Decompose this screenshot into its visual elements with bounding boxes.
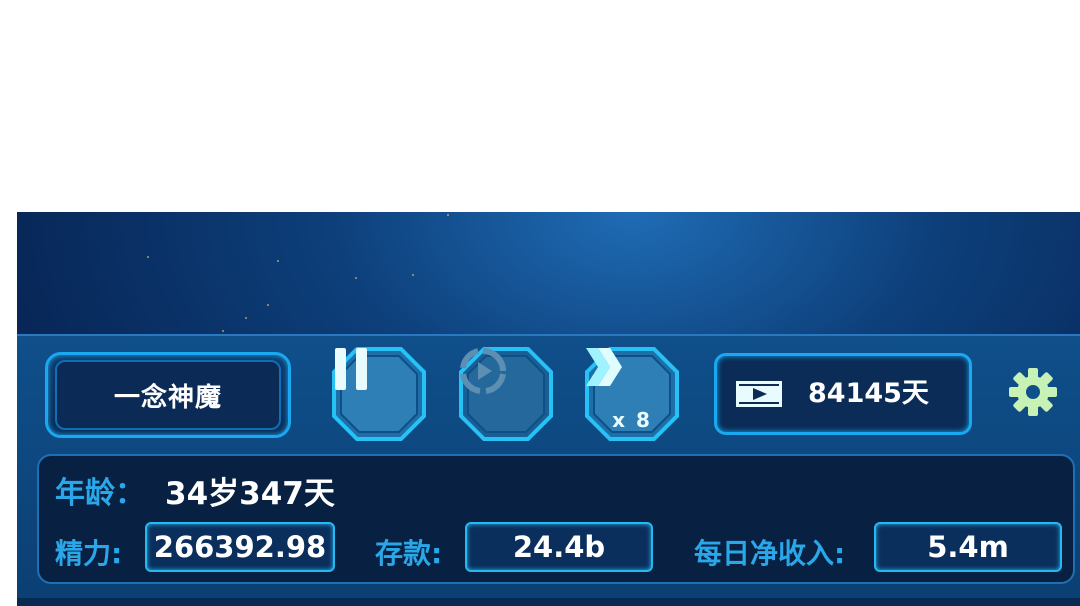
bottom-strip — [17, 598, 1080, 606]
speed-multiplier-label: x 8 — [612, 408, 652, 432]
settings-button[interactable] — [1007, 366, 1059, 418]
star-particle — [277, 260, 279, 262]
title-tag-label: 一念神魔 — [55, 360, 281, 430]
gear-icon — [1009, 368, 1057, 416]
speed-button[interactable]: x 8 — [584, 346, 680, 442]
title-tag[interactable]: 一念神魔 — [45, 352, 291, 438]
star-particle — [355, 277, 357, 279]
star-particle — [222, 330, 224, 332]
savings-value: 24.4b — [465, 522, 653, 572]
daily-income-value: 5.4m — [874, 522, 1062, 572]
game-view: 一念神魔 x 8 84145天 年龄： 34岁347天 精力: 266392.9… — [17, 212, 1080, 606]
film-play-icon — [736, 381, 782, 407]
age-label: 年龄： — [55, 476, 145, 511]
energy-value: 266392.98 — [145, 522, 335, 572]
star-particle — [267, 304, 269, 306]
control-bar: 一念神魔 x 8 84145天 年龄： 34岁347天 精力: 266392.9… — [17, 334, 1080, 606]
age-value: 34岁347天 — [165, 476, 335, 512]
replay-button[interactable] — [458, 346, 554, 442]
pause-icon — [331, 346, 427, 442]
days-panel[interactable]: 84145天 — [714, 353, 972, 435]
star-particle — [245, 317, 247, 319]
savings-label: 存款: — [375, 537, 443, 570]
star-particle — [447, 214, 449, 216]
star-particle — [412, 274, 414, 276]
stats-panel: 年龄： 34岁347天 精力: 266392.98 存款: 24.4b 每日净收… — [37, 454, 1075, 584]
pause-button[interactable] — [331, 346, 427, 442]
replay-icon — [458, 346, 554, 442]
star-particle — [147, 256, 149, 258]
daily-income-label: 每日净收入: — [694, 537, 846, 570]
energy-label: 精力: — [55, 537, 123, 570]
days-value: 84145天 — [808, 378, 929, 409]
